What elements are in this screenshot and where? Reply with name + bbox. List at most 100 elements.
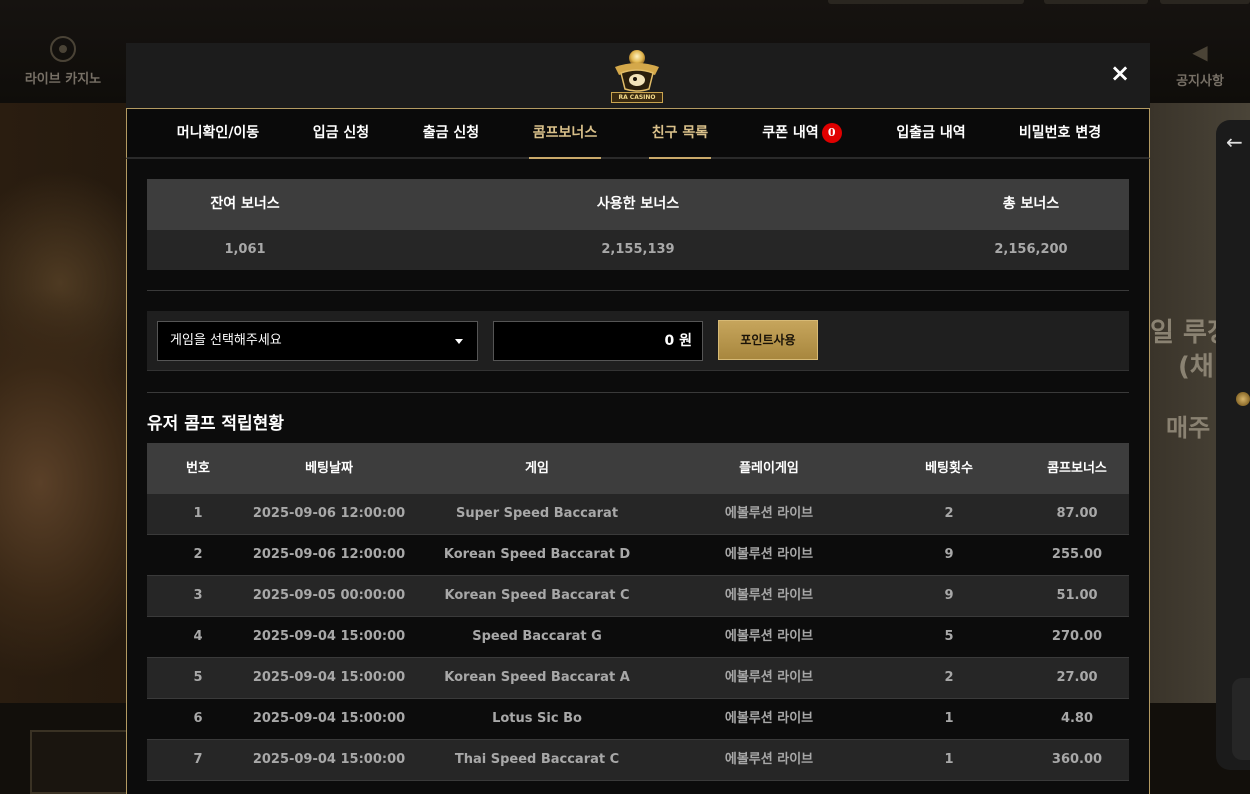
summary-header-remaining: 잔여 보너스 xyxy=(210,196,280,212)
row-game: Korean Speed Baccarat D xyxy=(443,547,631,562)
used-bonus-value: 2,155,139 xyxy=(601,242,675,257)
history-title: 유저 콤프 적립현황 xyxy=(147,414,284,434)
game-select[interactable]: 게임을 선택해주세요 xyxy=(157,321,478,361)
row-game: Korean Speed Baccarat A xyxy=(444,670,630,685)
row-game: Lotus Sic Bo xyxy=(492,711,582,726)
row-date: 2025-09-04 15:00:00 xyxy=(252,752,406,767)
tab-deposit[interactable]: 입금 신청 xyxy=(312,109,370,158)
comp-history-table: 번호 베팅날짜 게임 플레이게임 베팅횟수 콤프보너스 1 2025-09-06… xyxy=(147,443,1129,781)
row-number: 6 xyxy=(193,711,203,726)
row-date: 2025-09-04 15:00:00 xyxy=(252,711,406,726)
row-bet-count: 9 xyxy=(944,547,954,562)
row-game: Speed Baccarat G xyxy=(472,629,602,644)
table-row: 7 2025-09-04 15:00:00 Thai Speed Baccara… xyxy=(147,740,1129,781)
nav-notice-label: 공지사항 xyxy=(1176,74,1224,89)
divider xyxy=(147,290,1129,291)
tab-transaction-history[interactable]: 입출금 내역 xyxy=(895,109,967,158)
side-panel-handle[interactable] xyxy=(1232,678,1250,760)
history-header-bet-count: 베팅횟수 xyxy=(925,461,973,476)
row-provider: 에볼루션 라이브 xyxy=(724,670,814,685)
tab-friend-list[interactable]: 친구 목록 xyxy=(649,109,711,159)
row-date: 2025-09-06 12:00:00 xyxy=(252,547,406,562)
history-header-row: 번호 베팅날짜 게임 플레이게임 베팅횟수 콤프보너스 xyxy=(147,443,1129,494)
comp-bonus-modal: RA CASINO × 머니확인/이동 입금 신청 출금 신청 콤프보너스 친구… xyxy=(126,43,1150,794)
row-provider: 에볼루션 라이브 xyxy=(724,506,814,521)
row-date: 2025-09-04 15:00:00 xyxy=(252,629,406,644)
row-date: 2025-09-06 12:00:00 xyxy=(252,506,406,521)
row-number: 3 xyxy=(193,588,203,603)
nav-live-casino-label: 라이브 카지노 xyxy=(24,72,102,87)
row-game: Super Speed Baccarat xyxy=(455,506,619,521)
history-header-game: 게임 xyxy=(525,461,549,476)
row-game: Thai Speed Baccarat C xyxy=(454,752,620,767)
summary-header-total: 총 보너스 xyxy=(1002,196,1060,212)
tab-label: 입출금 내역 xyxy=(896,125,966,141)
tab-change-password[interactable]: 비밀번호 변경 xyxy=(1018,109,1102,158)
close-button[interactable]: × xyxy=(1108,61,1132,85)
tab-label: 입금 신청 xyxy=(312,125,370,141)
summary-header-row: 잔여 보너스 사용한 보너스 총 보너스 xyxy=(147,179,1129,230)
tab-money-check[interactable]: 머니확인/이동 xyxy=(175,109,261,158)
table-row: 1 2025-09-06 12:00:00 Super Speed Baccar… xyxy=(147,494,1129,535)
row-comp-bonus: 255.00 xyxy=(1051,547,1103,562)
row-bet-count: 5 xyxy=(944,629,954,644)
bonus-summary-table: 잔여 보너스 사용한 보너스 총 보너스 1,061 2,155,139 2,1… xyxy=(147,179,1129,270)
row-number: 4 xyxy=(193,629,203,644)
row-comp-bonus: 360.00 xyxy=(1051,752,1103,767)
hero-text: 매주 xyxy=(1166,414,1211,442)
tab-label: 콤프보너스 xyxy=(532,125,598,141)
close-icon: × xyxy=(1109,59,1131,87)
hero-text: (채 xyxy=(1178,352,1214,382)
table-row: 2 2025-09-06 12:00:00 Korean Speed Bacca… xyxy=(147,535,1129,576)
total-bonus-value: 2,156,200 xyxy=(994,242,1068,257)
tab-label: 비밀번호 변경 xyxy=(1018,125,1102,141)
row-comp-bonus: 51.00 xyxy=(1056,588,1098,603)
tab-withdraw[interactable]: 출금 신청 xyxy=(422,109,480,158)
caret-down-icon xyxy=(455,339,463,344)
logo-text: RA CASINO xyxy=(611,92,663,103)
table-row: 4 2025-09-04 15:00:00 Speed Baccarat G 에… xyxy=(147,617,1129,658)
history-header-comp-bonus: 콤프보너스 xyxy=(1047,461,1107,476)
game-select-value: 게임을 선택해주세요 xyxy=(170,333,282,348)
row-comp-bonus: 27.00 xyxy=(1056,670,1098,685)
use-points-button[interactable]: 포인트사용 xyxy=(718,320,818,360)
point-amount-input[interactable]: 0 원 xyxy=(493,321,703,361)
table-row: 5 2025-09-04 15:00:00 Korean Speed Bacca… xyxy=(147,658,1129,699)
remaining-bonus-value: 1,061 xyxy=(224,242,266,257)
row-provider: 에볼루션 라이브 xyxy=(724,752,814,767)
coupon-count-badge: 0 xyxy=(821,123,842,143)
ra-casino-logo: RA CASINO xyxy=(611,49,663,103)
modal-content: 잔여 보너스 사용한 보너스 총 보너스 1,061 2,155,139 2,1… xyxy=(126,159,1150,794)
row-number: 5 xyxy=(193,670,203,685)
history-header-number: 번호 xyxy=(186,461,210,476)
casino-chip-icon xyxy=(50,36,76,62)
megaphone-icon: ◀ xyxy=(1192,40,1208,64)
divider xyxy=(147,392,1129,393)
tab-comp-bonus[interactable]: 콤프보너스 xyxy=(529,109,601,159)
modal-header: RA CASINO × xyxy=(126,43,1150,108)
point-use-form: 게임을 선택해주세요 0 원 포인트사용 xyxy=(147,311,1129,371)
logo-mini-icon xyxy=(1236,392,1250,406)
tab-coupon-history[interactable]: 쿠폰 내역 0 xyxy=(761,109,843,158)
table-row: 3 2025-09-05 00:00:00 Korean Speed Bacca… xyxy=(147,576,1129,617)
game-card[interactable] xyxy=(30,730,126,794)
row-bet-count: 2 xyxy=(944,506,954,521)
row-comp-bonus: 270.00 xyxy=(1051,629,1103,644)
row-game: Korean Speed Baccarat C xyxy=(444,588,630,603)
row-bet-count: 2 xyxy=(944,670,954,685)
nav-live-casino[interactable]: 라이브 카지노 xyxy=(0,36,126,87)
summary-value-row: 1,061 2,155,139 2,156,200 xyxy=(147,230,1129,270)
history-header-provider: 플레이게임 xyxy=(739,461,799,476)
row-bet-count: 1 xyxy=(944,752,954,767)
nav-notice[interactable]: ◀ 공지사항 xyxy=(1150,40,1250,89)
row-bet-count: 9 xyxy=(944,588,954,603)
header-button-ghost xyxy=(828,0,1024,4)
tab-label: 머니확인/이동 xyxy=(176,125,260,141)
row-bet-count: 1 xyxy=(944,711,954,726)
arrow-left-icon[interactable]: ← xyxy=(1226,130,1243,154)
summary-header-used: 사용한 보너스 xyxy=(596,196,680,212)
row-comp-bonus: 4.80 xyxy=(1060,711,1094,726)
history-header-date: 베팅날짜 xyxy=(305,461,353,476)
row-number: 2 xyxy=(193,547,203,562)
row-provider: 에볼루션 라이브 xyxy=(724,629,814,644)
